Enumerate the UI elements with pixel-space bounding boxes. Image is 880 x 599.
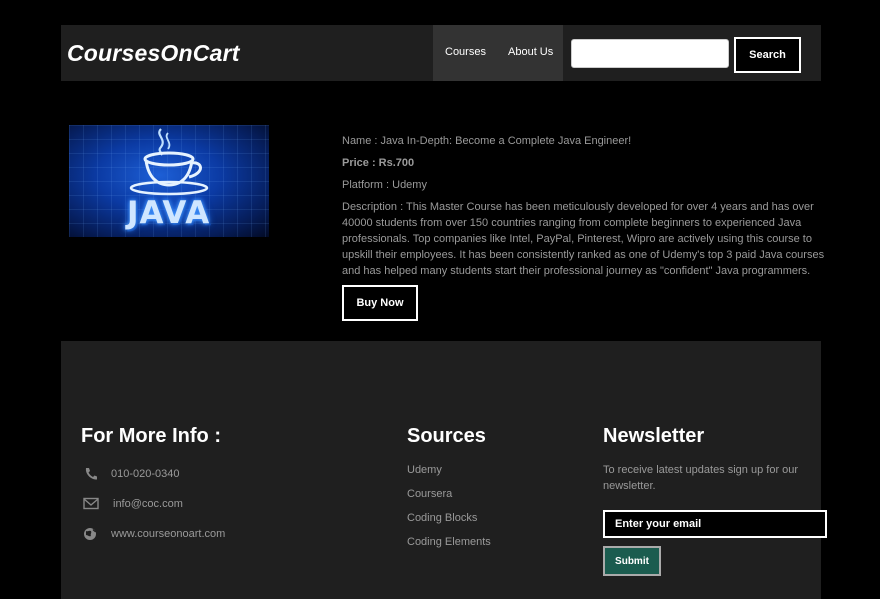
- phone-number: 010-020-0340: [111, 468, 180, 480]
- nav-courses-link[interactable]: Courses: [445, 46, 486, 58]
- newsletter-email-input[interactable]: [603, 510, 827, 538]
- sources-heading: Sources: [407, 425, 486, 447]
- email-row: info@coc.com: [83, 497, 183, 511]
- product-description: Description : This Master Course has bee…: [342, 201, 825, 277]
- newsletter-heading: Newsletter: [603, 425, 705, 447]
- product-platform: Platform : Udemy: [342, 179, 427, 191]
- buy-now-button[interactable]: Buy Now: [342, 285, 418, 321]
- source-link-coding-blocks[interactable]: Coding Blocks: [407, 512, 477, 524]
- product-details: Name : Java In-Depth: Become a Complete …: [342, 133, 837, 285]
- globe-icon: [84, 528, 97, 540]
- product-name: Name : Java In-Depth: Become a Complete …: [342, 135, 632, 147]
- source-link-udemy[interactable]: Udemy: [407, 464, 442, 476]
- website-row: www.courseonoart.com: [83, 527, 225, 541]
- search-button[interactable]: Search: [734, 37, 801, 73]
- java-image-text: JAVA: [127, 195, 211, 231]
- search-input[interactable]: [571, 39, 729, 68]
- product-price: Price : Rs.700: [342, 157, 415, 169]
- site-logo[interactable]: CoursesOnCart: [67, 40, 240, 67]
- info-heading: For More Info :: [81, 425, 221, 447]
- newsletter-submit-button[interactable]: Submit: [603, 546, 661, 576]
- source-link-coding-elements[interactable]: Coding Elements: [407, 536, 491, 548]
- footer: For More Info : 010-020-0340 info@coc.co…: [61, 341, 827, 599]
- phone-row: 010-020-0340: [83, 467, 180, 481]
- newsletter-text: To receive latest updates sign up for ou…: [603, 464, 799, 492]
- header: CoursesOnCart Courses About Us Search: [61, 25, 821, 81]
- phone-icon: [85, 468, 97, 480]
- nav-about-link[interactable]: About Us: [508, 46, 553, 58]
- envelope-icon: [83, 497, 99, 510]
- nav-bar: Courses About Us: [433, 25, 563, 81]
- website-url: www.courseonoart.com: [111, 528, 226, 540]
- java-logo-image: JAVA: [69, 125, 269, 237]
- email-address: info@coc.com: [113, 498, 183, 510]
- source-link-coursera[interactable]: Coursera: [407, 488, 452, 500]
